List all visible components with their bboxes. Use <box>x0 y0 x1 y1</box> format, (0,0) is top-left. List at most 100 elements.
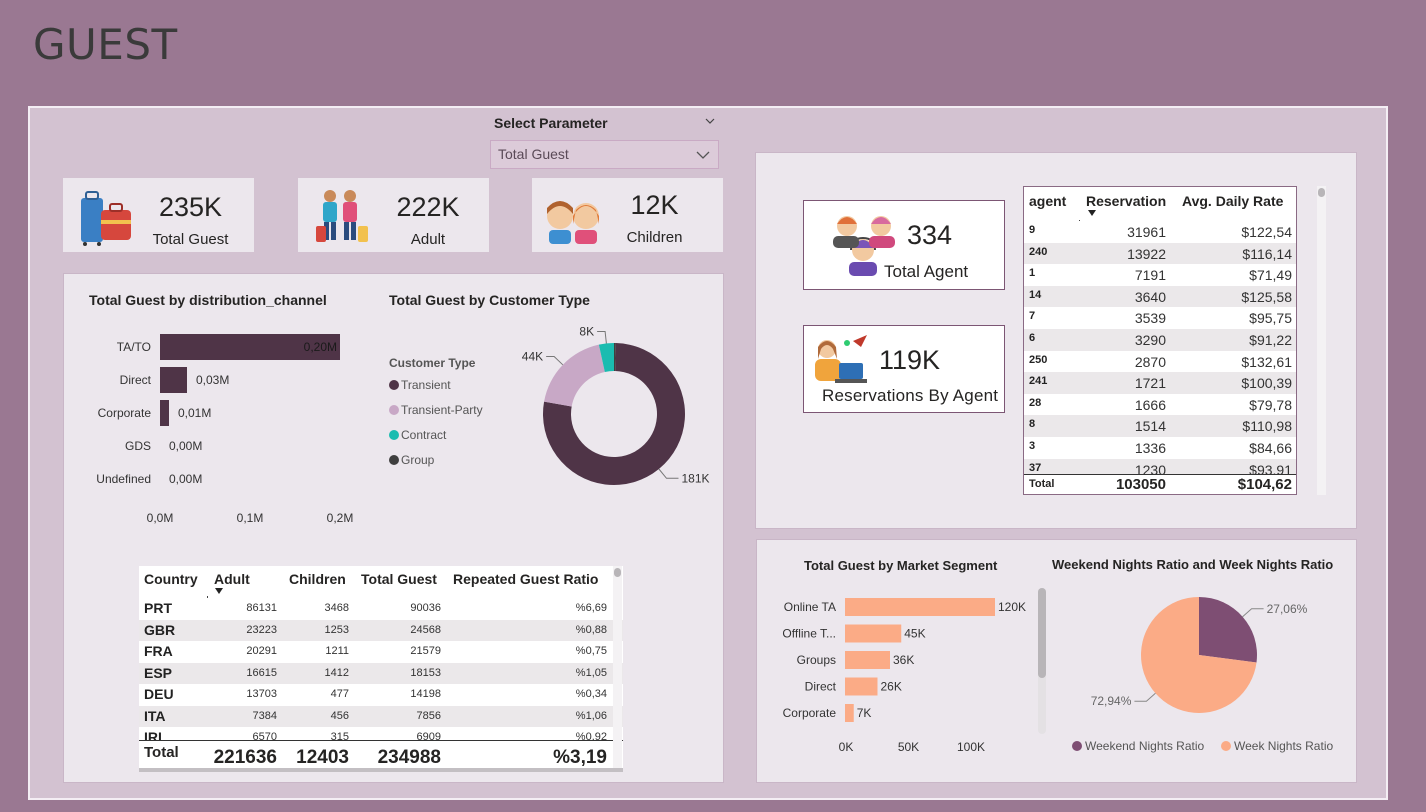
table-cell: %0,34 <box>575 688 607 700</box>
customer-type-chart-title: Total Guest by Customer Type <box>389 292 590 308</box>
kpi-card-reservations-by-agent: 119K Reservations By Agent <box>803 325 1005 413</box>
kpi-value: 334 <box>907 220 953 250</box>
agent-id: 6 <box>1029 332 1036 344</box>
column-header-country[interactable]: Country <box>144 571 198 587</box>
bar-category-label: Direct <box>805 680 837 694</box>
column-header-agent[interactable]: agent <box>1029 193 1066 209</box>
table-cell: 1211 <box>325 645 349 657</box>
column-header-repeated-guest-ratio[interactable]: Repeated Guest Ratio <box>453 571 598 587</box>
total-label: Total <box>1029 478 1055 490</box>
legend-item[interactable]: Group <box>389 453 509 467</box>
table-row[interactable]: 240 13922 $116,14 <box>1024 242 1296 265</box>
donut-data-label: 44K <box>522 350 543 364</box>
table-cell: 7856 <box>416 709 441 722</box>
column-header-children[interactable]: Children <box>289 571 346 587</box>
kpi-card-adult: 222K Adult <box>298 178 489 252</box>
kpi-label: Reservations By Agent <box>822 386 999 405</box>
country-code: PRT <box>144 600 172 616</box>
table-cell: 456 <box>330 709 349 722</box>
country-table-hscrollbar[interactable] <box>139 768 623 772</box>
legend-item[interactable]: Transient-Party <box>389 403 509 417</box>
table-cell: 1514 <box>1134 418 1166 435</box>
table-row[interactable]: PRT 86131 3468 90036 %6,69 <box>139 598 623 620</box>
table-row[interactable]: 9 31961 $122,54 <box>1024 221 1296 243</box>
bar <box>845 704 854 722</box>
legend-label: Weekend Nights Ratio <box>1085 739 1205 753</box>
donut-data-label: 181K <box>681 471 709 485</box>
chevron-down-icon[interactable] <box>705 116 715 126</box>
legend-marker <box>389 455 399 465</box>
bar-data-label: 7K <box>857 706 872 720</box>
legend-label: Week Nights Ratio <box>1234 739 1333 753</box>
table-row[interactable]: 3 1336 $84,66 <box>1024 437 1296 459</box>
table-row[interactable]: 1 7191 $71,49 <box>1024 264 1296 286</box>
table-cell: %0,88 <box>575 623 607 636</box>
table-cell: 86131 <box>246 602 277 614</box>
table-cell: %1,05 <box>575 666 607 679</box>
legend-item[interactable]: Transient <box>389 378 509 392</box>
leader-line <box>546 356 564 366</box>
segment-chart-scrollbar[interactable] <box>1038 588 1046 734</box>
table-cell: 90036 <box>410 602 441 614</box>
table-cell: 1721 <box>1134 375 1166 392</box>
table-row[interactable]: 14 3640 $125,58 <box>1024 285 1296 308</box>
bar <box>845 677 878 696</box>
column-header-reservation[interactable]: Reservation <box>1086 193 1166 209</box>
kpi-card-total-agent: 334 Total Agent <box>803 200 1005 290</box>
table-row[interactable]: 250 2870 $132,61 <box>1024 350 1296 373</box>
scrollbar-thumb[interactable] <box>614 568 621 577</box>
pie-data-label: 27,06% <box>1267 602 1308 616</box>
bar <box>160 367 187 393</box>
parameter-dropdown[interactable]: Total Guest <box>490 140 719 169</box>
column-header-total-guest[interactable]: Total Guest <box>361 571 437 587</box>
total-children: 12403 <box>296 747 349 768</box>
agent-table-total-row: Total 103050 $104,62 <box>1024 474 1296 494</box>
total-label: Total <box>144 744 179 761</box>
scrollbar-thumb[interactable] <box>1318 188 1325 197</box>
table-cell: $95,75 <box>1249 310 1292 327</box>
kpi-label: Total Agent <box>884 262 969 281</box>
sort-desc-icon[interactable] <box>1088 210 1096 216</box>
scrollbar-thumb[interactable] <box>1038 588 1046 678</box>
table-cell: $79,78 <box>1249 396 1292 413</box>
country-table-scrollbar[interactable] <box>613 566 622 770</box>
table-cell: 3468 <box>324 602 349 614</box>
agent-table-scrollbar[interactable] <box>1317 186 1326 495</box>
market-segment-bar-chart: Online TA 120K Offline T... 45K Groups 36K Dir… <box>782 598 1026 754</box>
table-cell: $110,98 <box>1242 418 1292 435</box>
x-tick-label: 50K <box>898 740 919 754</box>
kpi-value: 12K <box>630 190 679 220</box>
table-row[interactable]: ESP 16615 1412 18153 %1,05 <box>139 662 623 684</box>
sort-desc-icon[interactable] <box>215 588 223 594</box>
table-row[interactable]: 7 3539 $95,75 <box>1024 307 1296 329</box>
column-header-avg-daily-rate[interactable]: Avg. Daily Rate <box>1182 193 1283 209</box>
table-row[interactable]: 6 3290 $91,22 <box>1024 329 1296 351</box>
column-header-adult[interactable]: Adult <box>214 571 250 587</box>
table-row[interactable]: ITA 7384 456 7856 %1,06 <box>139 705 623 727</box>
bar-category-label: TA/TO <box>117 340 151 354</box>
country-table[interactable]: Country Adult Children Total Guest Repea… <box>139 566 623 770</box>
country-table-header: Country Adult Children Total Guest Repea… <box>139 566 623 596</box>
luggage-icon <box>81 191 131 246</box>
bar-category-label: Corporate <box>98 406 152 420</box>
legend-item[interactable]: Contract <box>389 428 509 442</box>
table-row[interactable]: 28 1666 $79,78 <box>1024 393 1296 416</box>
agent-id: 250 <box>1029 353 1048 366</box>
leader-line <box>1242 608 1264 618</box>
agent-id: 241 <box>1029 375 1048 388</box>
agent-table[interactable]: agent Reservation Avg. Daily Rate 9 31961… <box>1023 186 1297 495</box>
table-cell: 2870 <box>1134 353 1166 370</box>
bar-data-label: 0,00M <box>169 472 202 486</box>
table-cell: 1412 <box>324 666 349 679</box>
pie-data-label: 72,94% <box>1091 694 1132 708</box>
bar <box>160 400 169 426</box>
table-row[interactable]: DEU 13703 477 14198 %0,34 <box>139 684 623 706</box>
table-row[interactable]: 8 1514 $110,98 <box>1024 415 1296 437</box>
table-row[interactable]: GBR 23223 1253 24568 %0,88 <box>139 619 623 641</box>
bar-data-label: 0,01M <box>178 406 211 420</box>
legend-title: Customer Type <box>389 356 476 370</box>
table-row[interactable]: FRA 20291 1211 21579 %0,75 <box>139 641 623 663</box>
table-cell: 23223 <box>246 623 277 636</box>
table-cell: 3290 <box>1134 332 1166 348</box>
table-row[interactable]: 241 1721 $100,39 <box>1024 372 1296 394</box>
